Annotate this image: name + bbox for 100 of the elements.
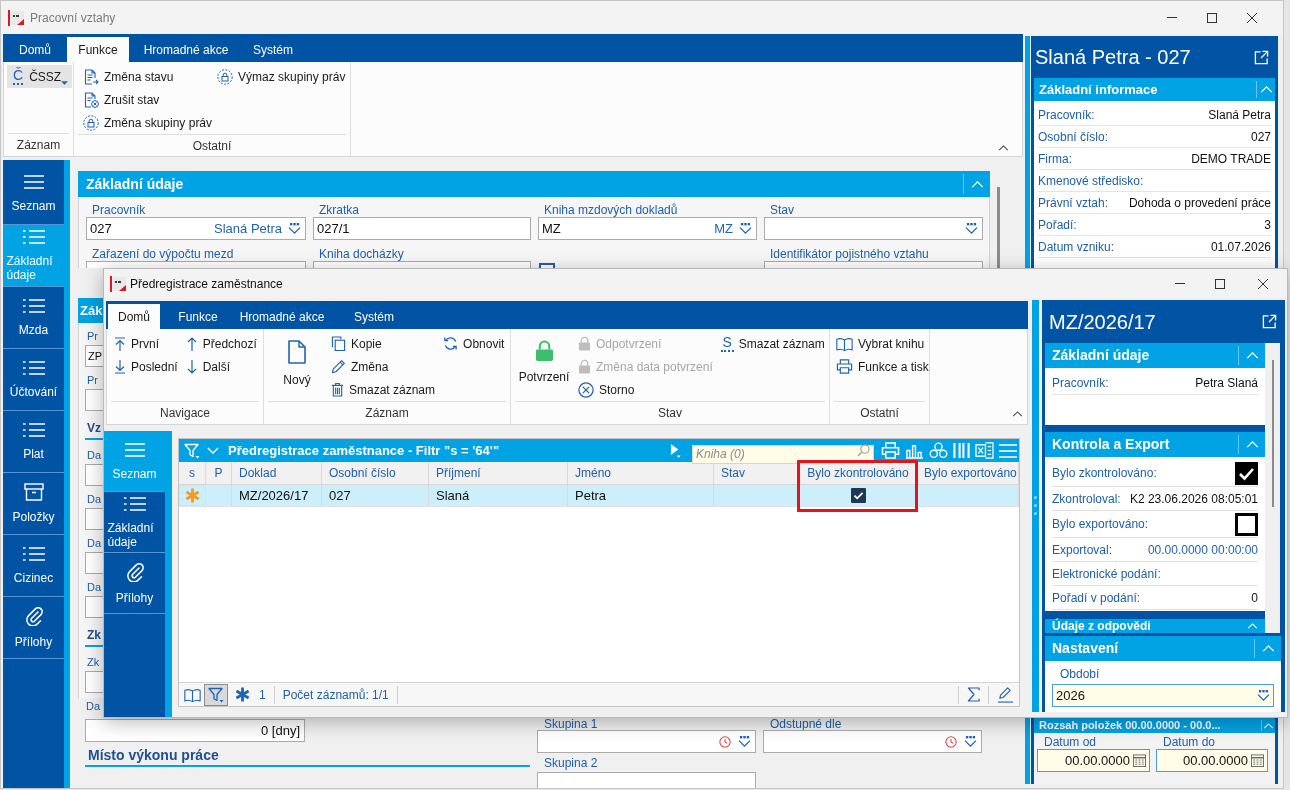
ribbon-button[interactable]: Výmaz skupiny práv [217, 65, 346, 88]
dropdown-icon[interactable] [738, 736, 751, 747]
input-field[interactable] [764, 261, 983, 268]
ribbon-button[interactable]: S Smazat záznam [720, 332, 825, 355]
dropdown-button[interactable]: Č ČSSZ [7, 65, 72, 88]
input-field[interactable]: 027 Slaná Petra [86, 217, 306, 240]
input-field[interactable] [537, 772, 756, 788]
app-logo-icon [8, 9, 24, 26]
input-field[interactable]: MZ MZ [538, 217, 757, 240]
ribbon-button[interactable]: Další [185, 355, 257, 378]
filter-button[interactable] [204, 683, 228, 706]
input-field[interactable]: 027/1 [313, 217, 531, 240]
search-icon[interactable] [857, 444, 870, 457]
ribbon-button[interactable]: Předchozí [185, 332, 257, 355]
calendar-icon[interactable] [1133, 754, 1146, 767]
ribbon-tab[interactable]: Funkce [67, 37, 129, 62]
chevron-down-icon[interactable] [207, 447, 219, 454]
ribbon-button[interactable]: Obnovit [443, 332, 505, 355]
ribbon-button[interactable]: Potvrzení [518, 332, 570, 400]
search-field[interactable]: Kniha (0) [692, 444, 874, 464]
table-row[interactable]: MZ/2026/17 027 Slaná Petra [179, 485, 1019, 507]
scrollbar[interactable] [1265, 343, 1280, 633]
maximize-icon[interactable] [1207, 12, 1217, 23]
dropdown-icon[interactable] [739, 223, 752, 234]
input-field[interactable] [86, 261, 306, 268]
maximize-icon[interactable] [1215, 278, 1225, 289]
checkbox[interactable] [850, 488, 866, 503]
printer-icon[interactable] [881, 442, 900, 459]
external-link-icon[interactable] [1254, 49, 1269, 65]
ribbon-button[interactable]: Vybrat knihu [836, 332, 929, 355]
dropdown-icon[interactable] [964, 736, 977, 747]
ribbon-tab[interactable]: Systém [243, 37, 303, 62]
field-label: Pracovník [92, 203, 146, 217]
menu-icon[interactable] [999, 442, 1017, 459]
clock-icon [719, 735, 731, 748]
checkbox[interactable] [1235, 461, 1258, 485]
scrollbar[interactable] [997, 187, 1000, 269]
external-link-icon[interactable] [1262, 314, 1277, 329]
column-header: Doklad [239, 465, 277, 482]
ribbon-tab[interactable]: Domů [3, 37, 67, 62]
input-field[interactable] [763, 730, 982, 753]
pencil-icon[interactable] [997, 686, 1014, 703]
ribbon-button[interactable]: Změna [331, 355, 436, 378]
input-field[interactable]: 00.00.0000 [1037, 749, 1150, 772]
cubes-icon[interactable] [929, 442, 948, 459]
input-field[interactable] [85, 552, 103, 574]
ribbon-button[interactable]: Kopie [331, 332, 436, 355]
close-icon[interactable] [1258, 278, 1268, 289]
input-field[interactable] [85, 671, 103, 693]
play-icon[interactable] [670, 443, 681, 458]
chevron-up-icon[interactable] [998, 145, 1009, 151]
calendar-icon[interactable] [1251, 754, 1264, 767]
input-field[interactable] [85, 464, 103, 486]
input-field[interactable]: 2026 [1052, 684, 1274, 707]
dropdown-icon[interactable] [288, 223, 301, 234]
input-field[interactable] [85, 508, 103, 530]
field-label: Datum od [1044, 735, 1097, 749]
ribbon-tab[interactable]: Funkce [160, 304, 236, 329]
ribbon-button[interactable]: Změna stavu [83, 65, 213, 88]
input-field[interactable] [85, 389, 103, 411]
book-icon[interactable] [184, 687, 201, 702]
ribbon-button[interactable]: Storno [578, 378, 713, 401]
input-field[interactable]: 0 [dny] [85, 719, 305, 742]
bar-chart-icon[interactable] [905, 442, 924, 459]
input-field[interactable] [313, 261, 531, 268]
spreadsheet-icon[interactable] [975, 442, 994, 459]
ribbon-tab[interactable]: Domů [108, 304, 160, 329]
field-label: Pr [87, 329, 98, 343]
ribbon-button[interactable]: Zrušit stav [83, 88, 213, 111]
table-cell: Petra [568, 485, 714, 506]
filter-icon[interactable] [184, 442, 200, 459]
asterisk-icon[interactable] [235, 687, 250, 702]
columns-icon[interactable] [953, 442, 970, 459]
ribbon-button[interactable]: První [114, 332, 178, 355]
pencil-icon [331, 359, 346, 374]
close-icon[interactable] [1247, 12, 1257, 23]
input-field[interactable] [85, 596, 103, 618]
field-label: Bylo zkontrolováno: [1052, 465, 1157, 482]
ribbon-button[interactable]: Nový [271, 332, 323, 400]
ribbon-tab[interactable]: Hromadné akce [129, 37, 243, 62]
checkbox[interactable] [1235, 512, 1258, 536]
input-field[interactable] [764, 217, 983, 240]
sigma-icon[interactable] [967, 687, 980, 702]
input-field[interactable] [537, 730, 756, 753]
checkbox[interactable] [539, 263, 555, 268]
ribbon-tab[interactable]: Hromadné akce [236, 304, 328, 329]
field-value: K2 23.06.2026 08:05:01 [1129, 490, 1258, 508]
chevron-up-icon[interactable] [1012, 411, 1023, 417]
lines-icon [123, 441, 146, 458]
dropdown-icon[interactable] [1257, 690, 1270, 701]
ribbon-button[interactable]: Funkce a tisk [836, 355, 929, 378]
ribbon-button[interactable]: Poslední [114, 355, 178, 378]
field-label: Bylo exportováno: [1052, 516, 1149, 533]
ribbon-button[interactable]: Smazat záznam [331, 378, 436, 401]
ribbon-button[interactable]: Změna skupiny práv [83, 111, 213, 134]
ribbon-tab[interactable]: Systém [328, 304, 420, 329]
field-label: Datum do [1163, 735, 1216, 749]
dropdown-icon[interactable] [965, 223, 978, 234]
input-field[interactable]: 00.00.0000 [1156, 749, 1268, 772]
column-header: P [214, 465, 223, 482]
